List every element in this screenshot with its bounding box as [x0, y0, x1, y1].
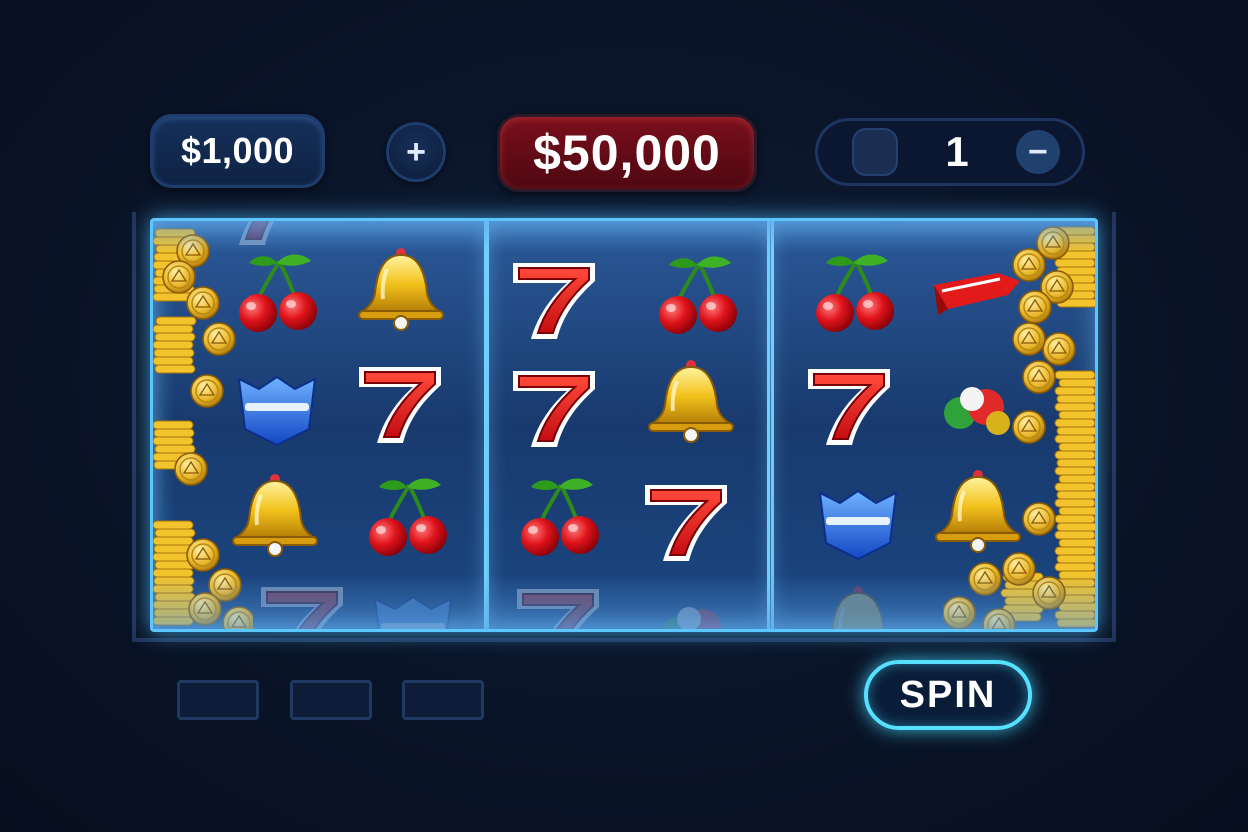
increase-bet-button[interactable]: +	[386, 122, 446, 182]
lines-decrease-placeholder[interactable]	[852, 128, 898, 176]
reels-bottom-fade	[153, 574, 1095, 629]
reel-symbol-seven	[800, 359, 896, 449]
balance-display: $1,000	[150, 114, 325, 188]
reel-symbol-blue-gem	[810, 473, 906, 563]
coin-pile-right	[943, 226, 1095, 629]
reel-symbol-cherry	[651, 249, 747, 339]
reel-symbol-cherry	[513, 471, 609, 561]
option-button-3[interactable]	[402, 680, 484, 720]
reel-symbol-cherry	[808, 247, 904, 337]
reel-symbol-bell	[353, 243, 449, 333]
reel-2	[484, 221, 774, 629]
option-button-2[interactable]	[290, 680, 372, 720]
reel-symbol-cherry	[361, 471, 457, 561]
minus-icon: −	[1028, 133, 1048, 171]
lines-selector: 1 −	[815, 118, 1085, 186]
reel-symbol-seven	[505, 253, 601, 343]
plus-icon: +	[406, 132, 426, 171]
coin-pile-left	[153, 228, 253, 629]
reel-symbol-seven	[505, 361, 601, 451]
spin-button[interactable]: SPIN	[864, 660, 1032, 730]
jackpot-value: $50,000	[533, 125, 721, 181]
lines-value: 1	[945, 128, 969, 175]
jackpot-display: $50,000	[497, 114, 757, 192]
option-button-1[interactable]	[177, 680, 259, 720]
reel-symbol-seven	[351, 357, 447, 447]
balance-value: $1,000	[180, 130, 295, 171]
reel-symbol-bell	[643, 355, 739, 445]
spin-label: SPIN	[899, 673, 997, 716]
reel-symbol-seven	[637, 475, 733, 565]
reels-top-fade	[153, 221, 1095, 253]
reels-window	[150, 218, 1098, 632]
decrease-lines-button[interactable]: −	[1015, 130, 1060, 174]
